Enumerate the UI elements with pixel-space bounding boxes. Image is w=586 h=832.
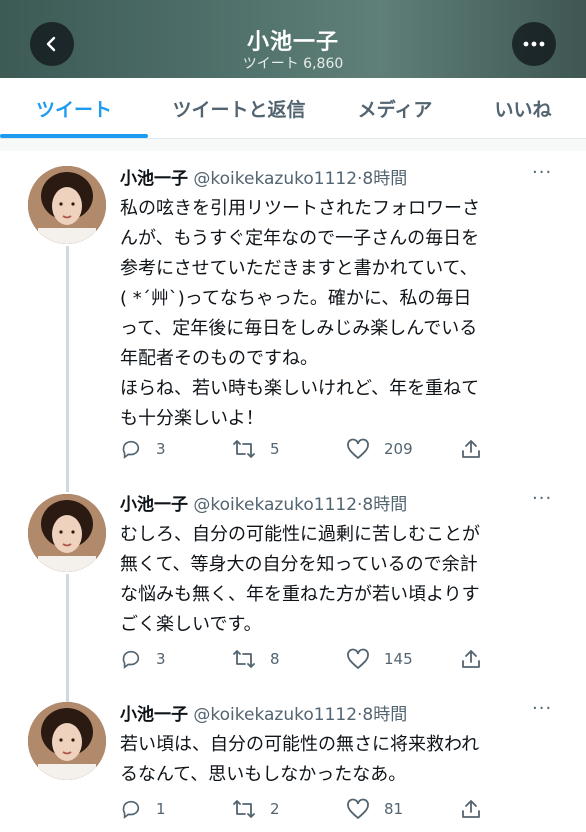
avatar[interactable] (28, 166, 106, 244)
tweet-text: 若い頃は、自分の可能性の無さに将来救われ るなんて、思いもしなかったなあ。 (120, 734, 480, 785)
display-name[interactable]: 小池一子 (120, 169, 188, 189)
share-button[interactable] (460, 798, 496, 820)
user-handle[interactable]: @koikekazuko1112 (193, 705, 357, 725)
reply-icon (122, 650, 140, 669)
retweet-button[interactable]: 5 (232, 438, 280, 460)
tweet-header: 小池一子 @koikekazuko1112·8時間 (120, 490, 407, 515)
like-icon (347, 798, 369, 820)
like-button[interactable]: 81 (346, 798, 403, 820)
tab-tweets[interactable]: ツイート (0, 78, 148, 138)
reply-icon (122, 440, 140, 459)
page-title: 小池一子 (246, 30, 339, 55)
more-button[interactable] (512, 22, 556, 66)
reply-count: 1 (156, 800, 166, 818)
tweet-time[interactable]: ·8時間 (357, 495, 407, 515)
user-handle[interactable]: @koikekazuko1112 (193, 495, 357, 515)
like-icon (347, 648, 369, 670)
tweet-time[interactable]: ·8時間 (357, 705, 407, 725)
tweet-header: 小池一子 @koikekazuko1112·8時間 (120, 164, 407, 189)
share-button[interactable] (460, 438, 496, 460)
tab-label: メディア (357, 98, 433, 121)
retweet-count: 5 (270, 440, 280, 458)
display-name[interactable]: 小池一子 (120, 495, 188, 515)
like-count: 81 (384, 800, 404, 818)
user-handle[interactable]: @koikekazuko1112 (193, 169, 357, 189)
like-icon (347, 438, 369, 460)
share-icon (462, 650, 480, 668)
retweet-button[interactable]: 2 (232, 798, 280, 820)
like-button[interactable]: 209 (346, 438, 413, 460)
share-icon (462, 440, 480, 458)
tabs-divider (0, 139, 586, 151)
retweet-icon (233, 440, 255, 458)
retweet-icon (233, 650, 255, 668)
like-button[interactable]: 145 (346, 648, 413, 670)
like-count: 145 (384, 650, 413, 668)
tweet-text: むしろ、自分の可能性に過剰に苦しむことが 無くて、等身大の自分を知っているので余… (120, 524, 480, 635)
reply-button[interactable]: 3 (120, 438, 166, 460)
tweet-more-button[interactable]: ··· (532, 162, 552, 183)
reply-count: 3 (156, 440, 166, 458)
tab-label: ツイート (35, 98, 112, 121)
retweet-icon (233, 800, 255, 818)
tab-media[interactable]: メディア (330, 78, 460, 138)
retweet-count: 8 (270, 650, 280, 668)
active-tab-indicator (0, 134, 148, 138)
tab-tweets-and-replies[interactable]: ツイートと返信 (148, 78, 330, 138)
reply-count: 3 (156, 650, 166, 668)
tweet-count: ツイート 6,860 (242, 56, 344, 72)
tab-likes[interactable]: いいね (460, 78, 586, 138)
tweet-header: 小池一子 @koikekazuko1112·8時間 (120, 700, 407, 725)
tweet-text: 私の呟きを引用リツートされたフォロワーさ んが、もうすぐ定年なので一子さんの毎日… (120, 198, 480, 429)
avatar[interactable] (28, 494, 106, 572)
tweet-time[interactable]: ·8時間 (357, 169, 407, 189)
more-icon (523, 41, 545, 47)
tab-label: いいね (494, 98, 552, 121)
like-count: 209 (384, 440, 413, 458)
retweet-count: 2 (270, 800, 280, 818)
thread-line (66, 246, 69, 492)
reply-button[interactable]: 3 (120, 648, 166, 670)
tweet-more-button[interactable]: ··· (532, 488, 552, 509)
reply-button[interactable]: 1 (120, 798, 166, 820)
profile-header: 小池一子 ツイート 6,860 (0, 0, 586, 78)
reply-icon (122, 800, 140, 819)
display-name[interactable]: 小池一子 (120, 705, 188, 725)
tweet-actions: 1 2 81 (120, 798, 560, 826)
tweet-actions: 3 8 145 (120, 648, 560, 676)
tab-label: ツイートと返信 (172, 98, 306, 121)
profile-tabs: ツイート ツイートと返信 メディア いいね (0, 78, 586, 139)
share-icon (462, 800, 480, 818)
retweet-button[interactable]: 8 (232, 648, 280, 670)
avatar[interactable] (28, 702, 106, 780)
tweet-actions: 3 5 209 (120, 438, 560, 466)
share-button[interactable] (460, 648, 496, 670)
thread-line (66, 574, 69, 702)
tweet-more-button[interactable]: ··· (532, 698, 552, 719)
